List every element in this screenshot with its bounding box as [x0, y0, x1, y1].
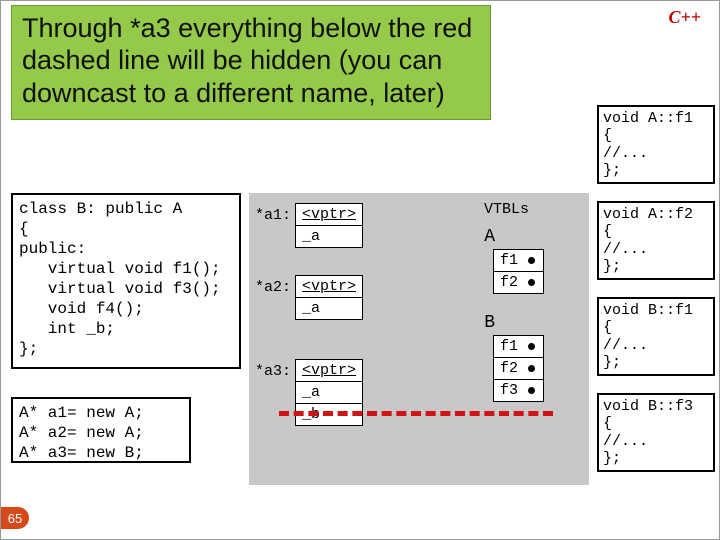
obj-a2-row1: _a: [296, 298, 363, 320]
diagram-panel: *a1: <vptr> _a *a2: <vptr> _a *a3: <vptr…: [249, 193, 589, 485]
code-fn-b-f3: void B::f3 { //... };: [597, 393, 715, 472]
lang-label: C++: [668, 7, 701, 28]
vtbl-b-title: B: [484, 313, 495, 333]
obj-a3-row1: _a: [296, 382, 363, 404]
vtbl-a-title: A: [484, 227, 495, 247]
code-class-b: class B: public A { public: virtual void…: [11, 193, 241, 369]
obj-a1-label: *a1:: [255, 207, 291, 224]
obj-a3-label: *a3:: [255, 363, 291, 380]
code-fn-b-f1: void B::f1 { //... };: [597, 297, 715, 376]
vtbl-b-table: f1 f2 f3: [493, 335, 544, 402]
explanation-callout: Through *a3 everything below the red das…: [11, 5, 491, 120]
vtbls-heading: VTBLs: [484, 201, 529, 218]
obj-a1-table: <vptr> _a: [295, 203, 363, 248]
obj-a1-row0: <vptr>: [296, 204, 363, 226]
vtbl-b-row0: f1: [493, 336, 543, 358]
vtbl-b-row1: f2: [493, 358, 543, 380]
code-fn-a-f2: void A::f2 { //... };: [597, 201, 715, 280]
obj-a2-label: *a2:: [255, 279, 291, 296]
page-number-badge: 65: [1, 507, 29, 529]
red-dashed-line: [279, 411, 553, 416]
obj-a3-row0: <vptr>: [296, 360, 363, 382]
vtbl-b-row2: f3: [493, 380, 543, 402]
code-instances: A* a1= new A; A* a2= new A; A* a3= new B…: [11, 397, 191, 463]
vtbl-a-row0: f1: [493, 250, 543, 272]
obj-a2-row0: <vptr>: [296, 276, 363, 298]
obj-a2-table: <vptr> _a: [295, 275, 363, 320]
vtbl-a-row1: f2: [493, 272, 543, 294]
vtbl-a-table: f1 f2: [493, 249, 544, 294]
code-fn-a-f1: void A::f1 { //... };: [597, 105, 715, 184]
slide-root: C++ Through *a3 everything below the red…: [0, 0, 720, 540]
obj-a1-row1: _a: [296, 226, 363, 248]
